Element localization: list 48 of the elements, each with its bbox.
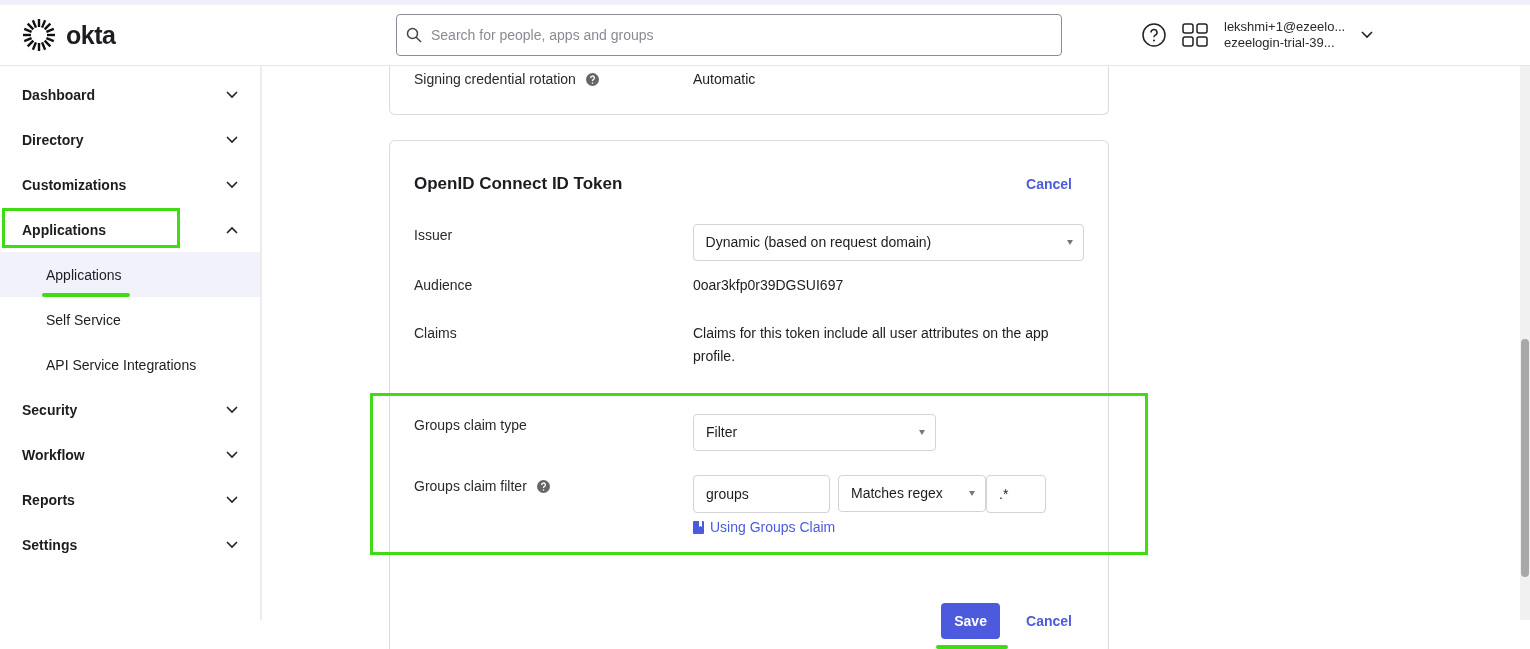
help-icon[interactable] [1142,23,1166,47]
chevron-down-icon [226,180,238,189]
issuer-dropdown[interactable]: Dynamic (based on request domain) [692,224,1084,261]
field-label: Audience [414,276,473,295]
search-field[interactable]: Search for people, apps and groups [396,14,1062,56]
field-label: Claims [414,324,457,343]
field-label: Groups claim filter [414,477,527,496]
chevron-down-icon [226,450,238,459]
logo-icon [22,18,56,52]
card-title: OpenID Connect ID Token [414,174,623,194]
scrollbar[interactable] [1520,66,1530,620]
match-operator-dropdown[interactable]: Matches regex [838,475,986,512]
cancel-link[interactable]: Cancel [1026,176,1072,192]
claim-name-field[interactable]: groups [693,475,830,513]
nav-item[interactable]: Settings [0,522,260,567]
field-value: Automatic [693,70,756,89]
chevron-down-icon [226,495,238,504]
cancel-link[interactable]: Cancel [1026,613,1072,629]
claim-type-dropdown[interactable]: Filter [693,414,936,451]
logo-text: okta [66,20,116,50]
chevron-down-icon [226,90,238,99]
nav-subitem[interactable]: API Service Integrations [0,342,260,387]
nav-item[interactable]: Applications [0,207,260,252]
search-icon [406,27,422,43]
nav-item[interactable]: Directory [0,117,260,162]
field-value: Claims for this token include all user attributes on the app profile. [693,324,1050,366]
field-value: 0oar3kfp0r39DGSUI697 [693,276,845,295]
chevron-down-icon [226,135,238,144]
field-label: Groups claim type [414,416,527,435]
field-label: Issuer [414,226,453,245]
nav-subitem[interactable]: Applications [0,252,260,297]
chevron-down-icon [226,405,238,414]
regex-field[interactable]: .* [986,475,1046,513]
help-link[interactable]: Using Groups Claim [693,516,1046,539]
apps-grid-icon[interactable] [1182,23,1208,47]
nav-item[interactable]: Customizations [0,162,260,207]
chevron-up-icon [226,225,238,234]
nav-item[interactable]: Workflow [0,432,260,477]
nav-subitem[interactable]: Self Service [0,297,260,342]
nav-item[interactable]: Security [0,387,260,432]
chevron-down-icon [1361,31,1374,39]
book-icon [693,521,704,534]
nav-item[interactable]: Reports [0,477,260,522]
nav-item[interactable]: Dashboard [0,72,260,117]
user-email: lekshmi+1@ezeelo... [1224,19,1346,35]
chevron-down-icon [226,540,238,549]
field-label: Signing credential rotation [414,70,576,89]
org-name: ezeelogin-trial-39... [1224,35,1336,51]
